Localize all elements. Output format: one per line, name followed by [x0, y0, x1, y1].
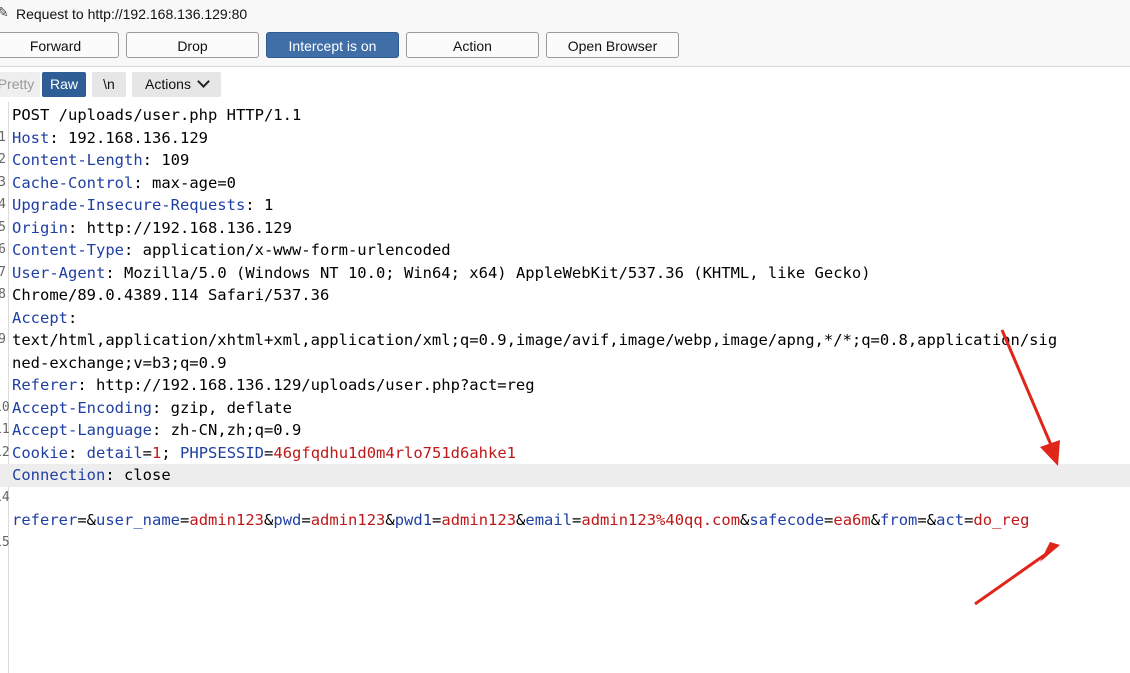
header-value: close	[114, 466, 171, 484]
param-separator: &	[740, 511, 750, 529]
param-separator: &	[516, 511, 526, 529]
header-connection: 14 Connection: close	[0, 464, 1130, 505]
header-user-agent: 8 User-Agent: Mozilla/5.0 (Windows NT 10…	[0, 262, 1130, 303]
title-bar: ✎ Request to http://192.168.136.129:80	[0, 0, 1130, 30]
header-key: Upgrade-Insecure-Requests	[12, 196, 246, 214]
header-accept-encoding: 11 Accept-Encoding: gzip, deflate	[0, 397, 1130, 438]
header-key: Accept-Language	[12, 421, 152, 439]
header-value: Chrome/89.0.4389.114 Safari/537.36	[12, 286, 330, 304]
intercept-toggle-button[interactable]: Intercept is on	[266, 32, 399, 58]
param-value: admin123	[189, 511, 265, 529]
param-name: from	[880, 511, 918, 529]
param-name: email	[525, 511, 573, 529]
param-name: act	[936, 511, 965, 529]
header-origin: 6 Origin: http://192.168.136.129	[0, 217, 1130, 258]
header-key: Cookie	[12, 443, 68, 462]
param-equals: =	[824, 511, 834, 529]
action-button[interactable]: Action	[406, 32, 539, 58]
header-upgrade-insecure: 5 Upgrade-Insecure-Requests: 1	[0, 194, 1130, 235]
raw-tab[interactable]: Raw	[42, 72, 86, 97]
actions-dropdown[interactable]: Actions	[132, 72, 221, 97]
param-equals: =	[432, 511, 442, 529]
header-content-length: 3 Content-Length: 109	[0, 149, 1130, 190]
param-name: user_name	[96, 511, 181, 529]
header-value: Mozilla/5.0 (Windows NT 10.0; Win64; x64…	[114, 263, 871, 282]
header-key: Connection	[12, 466, 106, 484]
header-referer: 10 Referer: http://192.168.136.129/uploa…	[0, 374, 1130, 415]
header-host: 2 Host: 192.168.136.129	[0, 127, 1130, 168]
param-equals: =	[964, 511, 974, 529]
param-name: safecode	[749, 511, 825, 529]
header-value: 109	[152, 151, 190, 169]
param-separator: &	[86, 511, 97, 529]
message-view-bar: Pretty Raw \n Actions	[0, 67, 1130, 101]
param-equals: =	[301, 511, 311, 529]
header-key: Host	[12, 128, 50, 147]
header-value: 1	[254, 196, 274, 214]
request-body: 15 referer=&user_name=admin123&pwd=admin…	[0, 509, 1130, 550]
param-equals: =	[917, 511, 927, 529]
header-key: Accept	[12, 308, 68, 327]
param-separator: &	[870, 511, 881, 529]
header-value: gzip, deflate	[161, 398, 292, 417]
param-equals: =	[77, 511, 87, 529]
header-key: Cache-Control	[12, 173, 134, 192]
param-name: pwd	[273, 511, 302, 529]
header-cookie: 13 Cookie: detail=1; PHPSESSID=46gfqdhu1…	[0, 442, 1130, 483]
param-value: admin123	[310, 511, 386, 529]
header-accept-language: 12 Accept-Language: zh-CN,zh;q=0.9	[0, 419, 1130, 460]
header-value: max-age=0	[142, 173, 236, 192]
header-value: text/html,application/xhtml+xml,applicat…	[12, 331, 1058, 349]
header-value: http://192.168.136.129/uploads/user.php?…	[86, 376, 535, 394]
param-name: referer	[12, 511, 78, 529]
request-line: 1 POST /uploads/user.php HTTP/1.1	[0, 104, 1130, 145]
param-separator: &	[385, 511, 395, 529]
pretty-tab[interactable]: Pretty	[0, 72, 40, 97]
param-name: pwd1	[394, 511, 433, 529]
newline-toggle[interactable]: \n	[92, 72, 126, 97]
cookie-name: detail	[86, 443, 143, 462]
forward-button[interactable]: Forward	[0, 32, 119, 58]
actions-label: Actions	[145, 76, 191, 92]
header-value: 192.168.136.129	[58, 128, 208, 147]
header-key: Referer	[12, 376, 78, 394]
header-content-type: 7 Content-Type: application/x-www-form-u…	[0, 239, 1130, 280]
open-browser-button[interactable]: Open Browser	[546, 32, 679, 58]
header-cache-control: 4 Cache-Control: max-age=0	[0, 172, 1130, 213]
cookie-value: 1	[152, 443, 162, 462]
header-value: application/x-www-form-urlencoded	[133, 241, 451, 259]
param-value: ea6m	[833, 511, 871, 529]
header-key: Origin	[12, 218, 68, 237]
param-value: admin123%40qq.com	[581, 511, 741, 529]
drop-button[interactable]: Drop	[126, 32, 259, 58]
param-equals: =	[572, 511, 582, 529]
chevron-down-icon	[197, 75, 210, 88]
line-number: 14	[0, 489, 10, 505]
param-equals: =	[180, 511, 190, 529]
raw-request-editor[interactable]: 1 POST /uploads/user.php HTTP/1.1 2 Host…	[0, 102, 1130, 673]
header-key: Content-Type	[12, 241, 124, 259]
header-value: http://192.168.136.129	[77, 218, 292, 237]
header-key: User-Agent	[12, 263, 106, 282]
pencil-icon: ✎	[0, 4, 9, 20]
header-key: Content-Length	[12, 151, 143, 169]
intercept-toolbar: Forward Drop Intercept is on Action Open…	[0, 30, 1130, 67]
header-accept-wrap: ned-exchange;v=b3;q=0.9	[0, 352, 1130, 375]
window-title: Request to http://192.168.136.129:80	[16, 6, 248, 22]
header-accept: 9 Accept:	[0, 307, 1130, 348]
header-accept-wrap: text/html,application/xhtml+xml,applicat…	[0, 329, 1130, 352]
line-number: 15	[0, 534, 10, 550]
header-user-agent-wrap: Chrome/89.0.4389.114 Safari/537.36	[0, 284, 1130, 307]
param-separator: &	[926, 511, 937, 529]
header-value: zh-CN,zh;q=0.9	[161, 421, 302, 439]
cookie-value: 46gfqdhu1d0m4rlo751d6ahke1	[273, 443, 517, 462]
param-separator: &	[264, 511, 274, 529]
body-params: referer=&user_name=admin123&pwd=admin123…	[12, 509, 1029, 532]
header-value: ned-exchange;v=b3;q=0.9	[12, 353, 227, 372]
cookie-name: PHPSESSID	[180, 443, 265, 462]
param-value: do_reg	[973, 511, 1030, 529]
header-key: Accept-Encoding	[12, 398, 152, 417]
param-value: admin123	[441, 511, 517, 529]
